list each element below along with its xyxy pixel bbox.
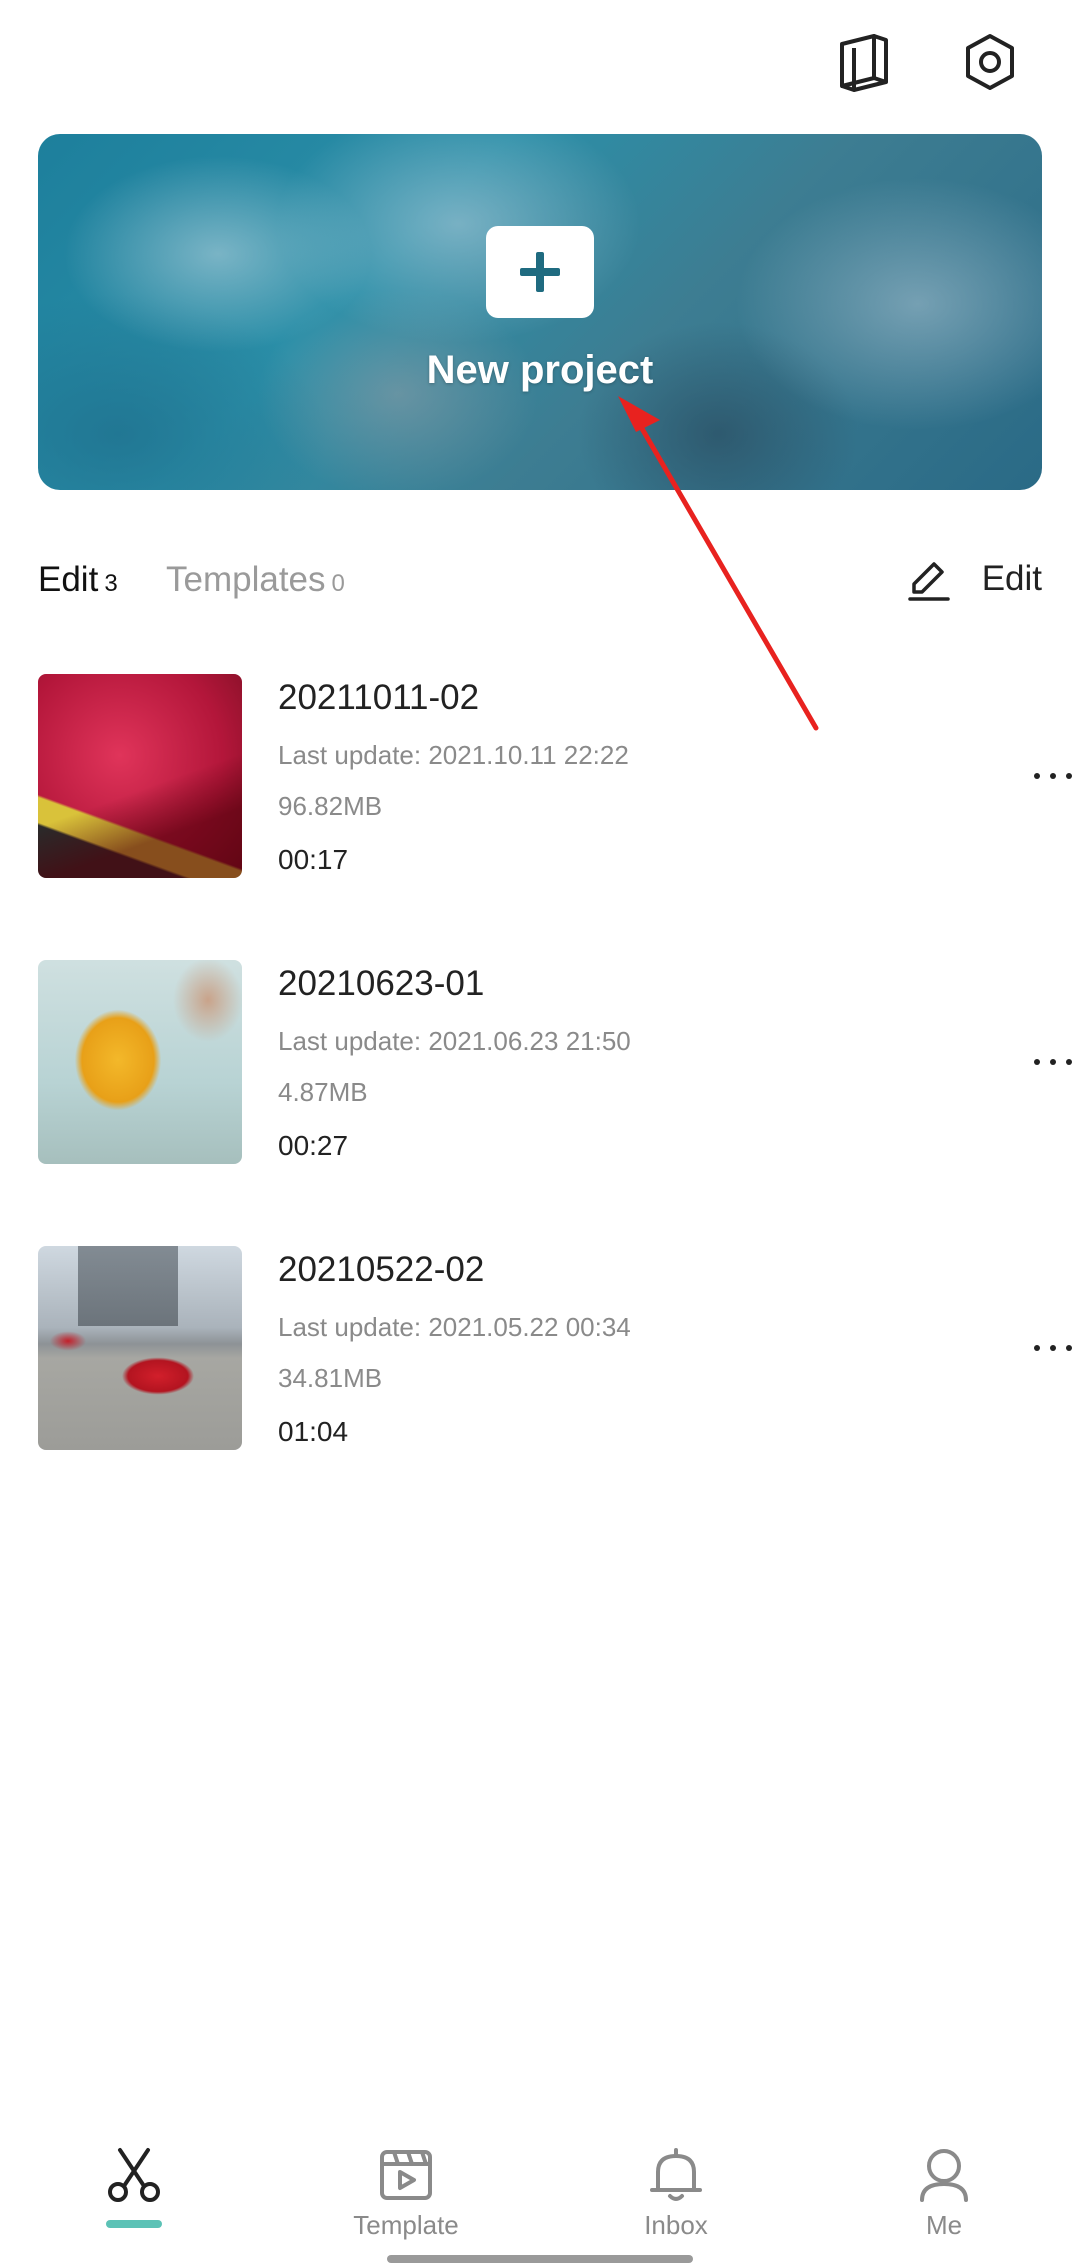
tab-edit[interactable]: Edit 3: [38, 560, 118, 600]
project-title: 20210522-02: [278, 1250, 485, 1289]
template-icon: [380, 2150, 432, 2200]
project-updated: Last update: 2021.10.11 22:22: [278, 740, 629, 770]
project-thumbnail[interactable]: [38, 1246, 242, 1450]
more-options-icon[interactable]: [998, 758, 1080, 794]
top-bar: [0, 0, 1080, 120]
project-title: 20211011-02: [278, 678, 480, 717]
tab-count: 3: [104, 570, 118, 597]
nav-inbox[interactable]: Inbox: [586, 2144, 766, 2254]
new-project-banner[interactable]: New project: [38, 134, 1042, 490]
tab-templates[interactable]: Templates 0: [166, 560, 345, 600]
project-title: 20210623-01: [278, 964, 485, 1003]
more-options-icon[interactable]: [998, 1044, 1080, 1080]
scissors-icon: [108, 2148, 160, 2202]
list-item[interactable]: 20210522-02 Last update: 2021.05.22 00:3…: [38, 1246, 1080, 1532]
project-thumbnail[interactable]: [38, 674, 242, 878]
new-project-label: New project: [426, 348, 654, 392]
nav-template[interactable]: Template: [316, 2144, 496, 2254]
pencil-icon: [907, 562, 950, 601]
new-project-button[interactable]: [486, 226, 594, 318]
nav-me[interactable]: Me: [854, 2144, 1034, 2254]
person-icon: [920, 2149, 968, 2202]
home-indicator: [387, 2255, 693, 2263]
project-tabs: Edit 3 Templates 0 Edit: [38, 559, 1042, 610]
settings-icon[interactable]: [952, 24, 1028, 100]
list-item[interactable]: 20211011-02 Last update: 2021.10.11 22:2…: [38, 674, 1080, 960]
project-size: 96.82MB: [278, 791, 383, 821]
project-list: 20211011-02 Last update: 2021.10.11 22:2…: [38, 674, 1080, 1532]
tab-count: 0: [331, 570, 345, 597]
plus-icon: [520, 252, 560, 292]
nav-edit[interactable]: [44, 2144, 224, 2254]
bell-icon: [650, 2148, 702, 2201]
more-options-icon[interactable]: [998, 1330, 1080, 1366]
edit-button[interactable]: Edit: [906, 556, 1042, 602]
project-duration: 01:04: [278, 1416, 349, 1447]
project-size: 34.81MB: [278, 1363, 383, 1393]
project-thumbnail[interactable]: [38, 960, 242, 1164]
active-tab-indicator: [106, 2220, 162, 2228]
project-updated: Last update: 2021.06.23 21:50: [278, 1026, 631, 1056]
project-duration: 00:17: [278, 844, 349, 875]
book-icon[interactable]: [826, 24, 902, 100]
bottom-navigation: Template Inbox Me: [0, 2120, 1080, 2268]
project-size: 4.87MB: [278, 1077, 368, 1107]
list-item[interactable]: 20210623-01 Last update: 2021.06.23 21:5…: [38, 960, 1080, 1246]
project-duration: 00:27: [278, 1130, 349, 1161]
project-updated: Last update: 2021.05.22 00:34: [278, 1312, 631, 1342]
